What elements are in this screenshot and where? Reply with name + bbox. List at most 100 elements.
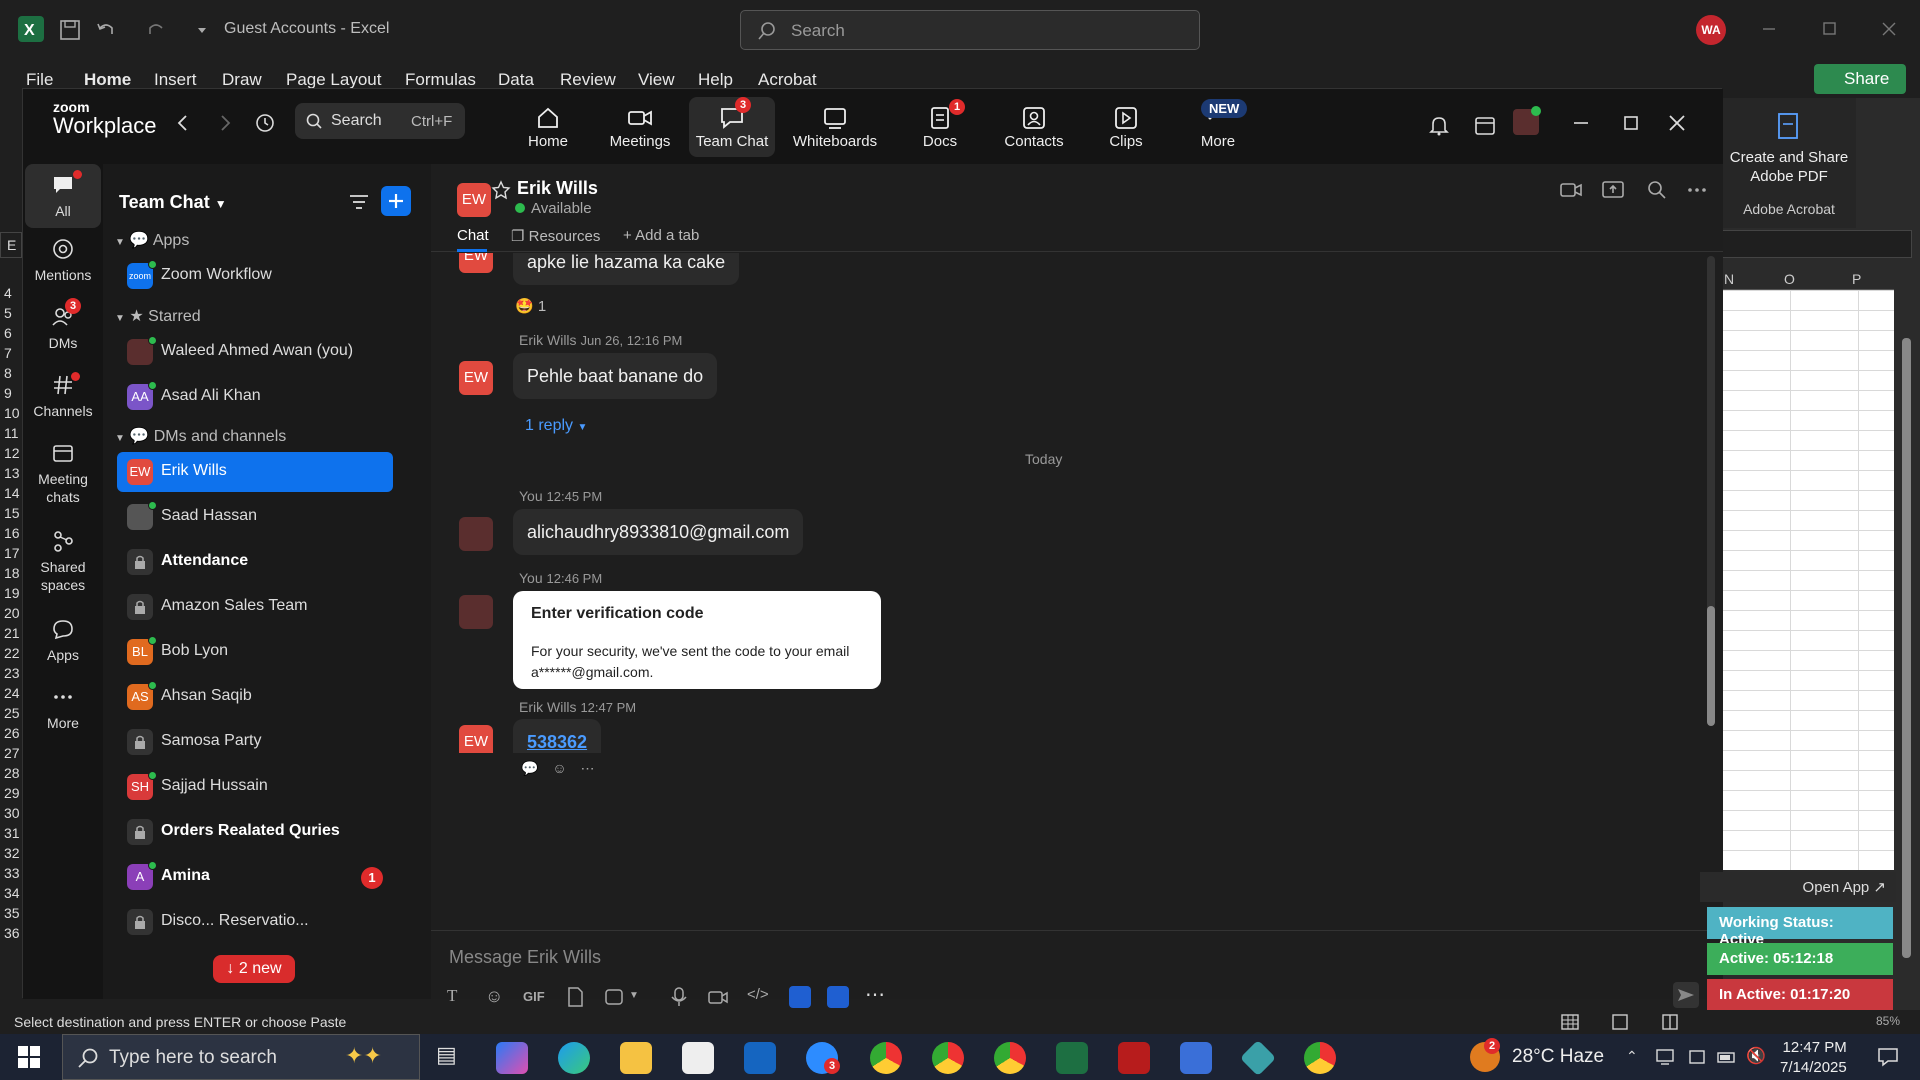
column-header-n[interactable]: N	[1724, 271, 1734, 287]
rail-mentions[interactable]: Mentions	[25, 236, 101, 284]
list-item[interactable]: Waleed Ahmed Awan (you)	[117, 332, 393, 372]
zoom-level[interactable]: 85%	[1876, 1014, 1900, 1028]
app-shortcut-icon[interactable]	[789, 986, 811, 1008]
file-explorer-icon[interactable]	[620, 1042, 652, 1074]
new-chat-button[interactable]	[381, 186, 411, 216]
tab-insert[interactable]: Insert	[154, 70, 197, 90]
chrome-icon[interactable]	[1304, 1042, 1336, 1074]
tab-data[interactable]: Data	[498, 70, 534, 90]
chevron-down-icon[interactable]: ▼	[629, 990, 651, 1012]
copilot-icon[interactable]	[496, 1042, 528, 1074]
contact-name[interactable]: Erik Wills	[517, 178, 598, 199]
row-number[interactable]: 8	[4, 365, 12, 381]
account-avatar[interactable]: WA	[1696, 15, 1726, 45]
format-text-icon[interactable]: T	[447, 986, 469, 1008]
edge-icon[interactable]	[558, 1042, 590, 1074]
list-item[interactable]: AS Ahsan Saqib	[117, 677, 393, 717]
verification-card[interactable]: Enter verification code For your securit…	[513, 591, 881, 689]
tab-home[interactable]: Home	[84, 70, 131, 90]
row-number[interactable]: 9	[4, 385, 12, 401]
chrome-icon[interactable]	[994, 1042, 1026, 1074]
row-number[interactable]: 34	[4, 885, 20, 901]
close-icon[interactable]	[1872, 14, 1906, 44]
tab-add[interactable]: + Add a tab	[623, 227, 699, 244]
volume-muted-icon[interactable]: 🔇	[1746, 1046, 1768, 1068]
rail-apps[interactable]: Apps	[25, 616, 101, 664]
more-options-icon[interactable]	[1685, 178, 1709, 202]
redo-icon[interactable]	[144, 18, 168, 42]
reaction-badge[interactable]: 🤩 1	[515, 297, 546, 315]
list-item[interactable]: Amazon Sales Team	[117, 587, 393, 627]
rail-more[interactable]: More	[25, 684, 101, 732]
customize-toolbar-icon[interactable]	[190, 18, 214, 42]
row-number[interactable]: 36	[4, 925, 20, 941]
list-item[interactable]: zoom Zoom Workflow	[117, 256, 393, 296]
microphone-icon[interactable]	[669, 986, 691, 1008]
row-number[interactable]: 35	[4, 905, 20, 921]
row-number[interactable]: 32	[4, 845, 20, 861]
tab-view[interactable]: View	[638, 70, 675, 90]
history-icon[interactable]	[253, 111, 277, 135]
code-snippet-icon[interactable]: </>	[747, 986, 769, 1008]
zoom-search-box[interactable]: Search Ctrl+F	[295, 103, 465, 139]
row-number[interactable]: 26	[4, 725, 20, 741]
network-icon[interactable]	[1654, 1046, 1676, 1068]
message-avatar[interactable]: EW	[459, 253, 493, 273]
forward-arrow-icon[interactable]	[215, 113, 235, 133]
list-item[interactable]: Attendance	[117, 542, 393, 582]
list-item[interactable]: EW Erik Wills	[117, 452, 393, 492]
page-layout-icon[interactable]	[1610, 1012, 1630, 1032]
outlook-icon[interactable]	[744, 1042, 776, 1074]
row-number[interactable]: 27	[4, 745, 20, 761]
nav-contacts[interactable]: Contacts	[991, 97, 1077, 157]
row-number[interactable]: 18	[4, 565, 20, 581]
list-item[interactable]: Disco... Reservatio...	[117, 902, 393, 942]
filter-icon[interactable]	[347, 190, 371, 214]
section-apps[interactable]: ▼ 💬 Apps	[115, 230, 189, 250]
tab-acrobat[interactable]: Acrobat	[758, 70, 817, 90]
message-bubble[interactable]: alichaudhry8933810@gmail.com	[513, 509, 804, 555]
row-number[interactable]: 7	[4, 345, 12, 361]
microsoft-store-icon[interactable]	[682, 1042, 714, 1074]
rail-all[interactable]: All	[25, 164, 101, 228]
tab-page-layout[interactable]: Page Layout	[286, 70, 381, 90]
nav-docs[interactable]: Docs 1	[897, 97, 983, 157]
row-number[interactable]: 31	[4, 825, 20, 841]
column-header-p[interactable]: P	[1852, 271, 1861, 287]
new-messages-pill[interactable]: ↓ 2 new	[213, 955, 295, 983]
video-message-icon[interactable]	[707, 986, 729, 1008]
row-number[interactable]: 12	[4, 445, 20, 461]
tab-chat[interactable]: Chat	[457, 227, 489, 244]
nav-meetings[interactable]: Meetings	[597, 97, 683, 157]
taskbar-search-input[interactable]: Type here to search ✦✦	[62, 1034, 420, 1080]
weather-text[interactable]: 28°C Haze	[1512, 1046, 1604, 1068]
video-call-icon[interactable]	[1559, 178, 1583, 202]
row-number[interactable]: 25	[4, 705, 20, 721]
message-avatar[interactable]: EW	[459, 361, 493, 395]
row-number[interactable]: 13	[4, 465, 20, 481]
row-number[interactable]: 4	[4, 285, 12, 301]
calculator-icon[interactable]	[1180, 1042, 1212, 1074]
row-number[interactable]: 23	[4, 665, 20, 681]
restore-icon[interactable]	[1812, 14, 1846, 44]
tab-draw[interactable]: Draw	[222, 70, 262, 90]
list-item[interactable]: AA Asad Ali Khan	[117, 377, 393, 417]
rail-shared-spaces[interactable]: Shared spaces	[25, 528, 101, 594]
cell-grid[interactable]	[1722, 290, 1894, 870]
windows-start-icon[interactable]	[18, 1046, 40, 1068]
row-number[interactable]: 17	[4, 545, 20, 561]
rail-dms[interactable]: DMs 3	[25, 298, 101, 352]
contact-avatar[interactable]: EW	[457, 183, 491, 217]
rail-channels[interactable]: Channels	[25, 372, 101, 420]
zoom-minimize-icon[interactable]	[1569, 111, 1593, 135]
zoom-close-icon[interactable]	[1665, 111, 1689, 135]
section-starred[interactable]: ▼ ★ Starred	[115, 306, 201, 326]
tab-review[interactable]: Review	[560, 70, 616, 90]
sidebar-title[interactable]: Team Chat ▼	[119, 192, 227, 213]
row-number[interactable]: 22	[4, 645, 20, 661]
open-app-button[interactable]: Open App ↗	[1700, 872, 1896, 902]
tab-formulas[interactable]: Formulas	[405, 70, 476, 90]
list-item[interactable]: BL Bob Lyon	[117, 632, 393, 672]
message-bubble[interactable]: 538362	[513, 719, 602, 753]
filezilla-icon[interactable]	[1118, 1042, 1150, 1074]
